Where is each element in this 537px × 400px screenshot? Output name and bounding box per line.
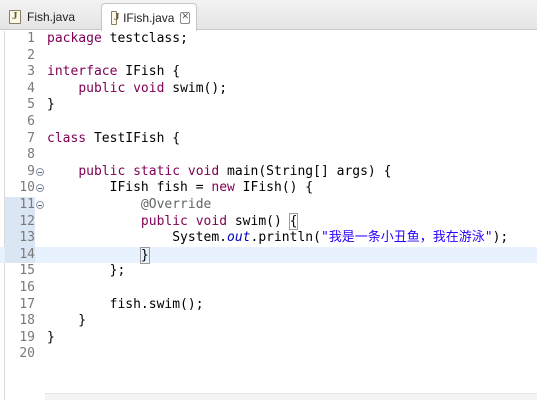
code-text: fish.swim();	[47, 296, 204, 312]
tab-fish-java[interactable]: Fish.java	[0, 3, 101, 30]
tab-ifish-java[interactable]: IFish.java ✕	[101, 3, 197, 31]
code-text: }	[47, 97, 55, 113]
line-number: 16	[19, 280, 35, 295]
line-number: 19	[19, 329, 35, 345]
code-line: 13 System.out.println("我是一条小丑鱼，我在游泳");	[0, 230, 537, 247]
code-text: class TestIFish {	[47, 130, 181, 146]
code-text: System.out.println("我是一条小丑鱼，我在游泳");	[47, 230, 509, 246]
code-line: 16	[0, 280, 537, 297]
line-number: 1	[27, 31, 35, 46]
editor-tab-bar: Fish.java IFish.java ✕	[0, 0, 537, 31]
line-number: 20	[19, 346, 35, 362]
code-line: 20	[0, 346, 537, 363]
line-number: 4	[27, 80, 35, 96]
code-text: public static void main(String[] args) {	[78, 163, 392, 179]
code-line: 9 public static void main(String[] args)…	[0, 164, 537, 181]
line-number: 13	[5, 230, 35, 247]
code-line: 3 interface IFish {	[0, 64, 537, 81]
code-text: }	[139, 246, 150, 264]
code-editor[interactable]: 1 package testclass; 2 3 interface IFish…	[0, 31, 537, 400]
line-number: 2	[27, 47, 35, 63]
code-line: 18 }	[0, 313, 537, 330]
code-line: 5 }	[0, 97, 537, 114]
line-number: 10	[19, 180, 35, 196]
code-text: }	[47, 313, 87, 329]
line-number: 6	[27, 114, 35, 129]
code-line: 4 public void swim();	[0, 81, 537, 98]
text-caret	[148, 246, 150, 261]
line-number: 9	[27, 163, 35, 179]
code-line: 1 package testclass;	[0, 31, 537, 48]
line-number: 8	[27, 147, 35, 163]
code-line: 19 }	[0, 330, 537, 347]
java-file-icon	[9, 9, 21, 24]
line-number: 14	[5, 246, 35, 264]
code-text: interface IFish {	[47, 64, 181, 80]
code-line: 12 public void swim() {	[0, 212, 537, 231]
tab-label: IFish.java	[123, 10, 175, 25]
line-number: 7	[27, 130, 35, 146]
code-line: 7 class TestIFish {	[0, 131, 537, 148]
line-number: 18	[19, 313, 35, 329]
code-line: 2	[0, 48, 537, 65]
java-file-icon	[111, 10, 120, 25]
line-number: 5	[27, 97, 35, 113]
tab-label: Fish.java	[27, 9, 76, 24]
collapse-fold-icon[interactable]	[36, 167, 44, 176]
line-number: 17	[19, 296, 35, 312]
code-text: public void swim();	[78, 80, 228, 96]
close-icon[interactable]: ✕	[180, 11, 190, 24]
code-text: @Override	[140, 197, 212, 212]
collapse-fold-icon[interactable]	[36, 201, 44, 209]
line-number: 11	[5, 197, 35, 214]
code-text: IFish fish = new IFish() {	[47, 180, 314, 196]
line-number: 3	[27, 64, 35, 80]
line-number: 15	[19, 263, 35, 279]
code-text: }	[47, 329, 55, 345]
code-text: public void swim() {	[140, 212, 299, 230]
code-text: };	[47, 263, 126, 279]
code-line: 11 @Override	[0, 197, 537, 214]
horizontal-scrollbar[interactable]	[45, 393, 537, 400]
code-line: 15 };	[0, 263, 537, 280]
current-code-line: 14 }	[0, 246, 537, 264]
code-line: 8	[0, 147, 537, 164]
code-line: 17 fish.swim();	[0, 297, 537, 314]
collapse-fold-icon[interactable]	[36, 184, 44, 193]
code-line: 10 IFish fish = new IFish() {	[0, 180, 537, 197]
code-text: package testclass;	[47, 31, 188, 46]
code-line: 6	[0, 114, 537, 131]
line-number: 12	[5, 213, 35, 231]
